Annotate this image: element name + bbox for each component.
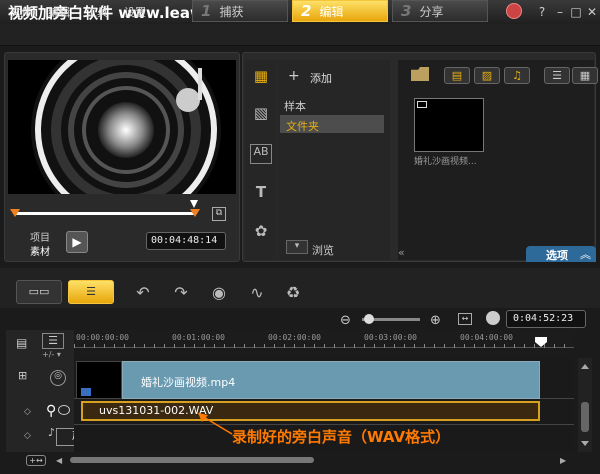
library-folder-list	[278, 60, 390, 260]
tab-capture[interactable]: 1 捕获	[192, 0, 288, 22]
chapter-list-icon[interactable]: ☰	[42, 333, 64, 349]
annotation-text: 录制好的旁白声音（WAV格式）	[232, 428, 451, 446]
clip-audio-badge-icon	[81, 388, 91, 396]
ruler-tick-label: 00:02:00:00	[268, 333, 321, 342]
add-icon[interactable]: +	[288, 68, 300, 84]
thumbnail-view-icon[interactable]: ▦	[572, 67, 598, 84]
folder-item-folder[interactable]: 文件夹	[286, 118, 319, 134]
fit-project-icon[interactable]: ↔	[458, 313, 472, 325]
video-clip[interactable]: 婚礼沙画视频.mp4	[122, 361, 540, 399]
video-badge-icon	[417, 101, 427, 108]
sound-mixer-icon[interactable]: ∿	[246, 283, 268, 303]
menu-bar	[0, 24, 600, 46]
record-capture-icon[interactable]: ◉	[208, 283, 230, 303]
music-track-mute-icon[interactable]: ◇	[24, 431, 31, 441]
list-view-icon[interactable]: ☰	[544, 67, 570, 84]
trim-end-marker[interactable]	[190, 209, 200, 217]
ruler-tick-label: 00:00:00:00	[76, 333, 129, 342]
add-track-icon[interactable]: +/- ▾	[42, 350, 61, 359]
zoom-slider[interactable]	[362, 314, 420, 324]
thumbnail-caption: 婚礼沙画视频...	[414, 157, 477, 167]
scroll-up-icon[interactable]	[581, 364, 589, 369]
music-track-icon: ♪	[48, 426, 56, 439]
minimize-icon[interactable]: –	[552, 4, 568, 20]
browse-icon[interactable]: ▾	[286, 240, 308, 254]
chevron-up-icon: ︽	[580, 248, 591, 261]
project-duration: 0:04:52:23	[506, 310, 586, 328]
close-icon[interactable]: ✕	[584, 4, 600, 20]
browse-button[interactable]: 浏览	[312, 242, 334, 258]
video-clip-thumbnail	[76, 361, 122, 399]
show-video-icon[interactable]: ▤	[444, 67, 470, 84]
media-library-icon[interactable]: ▦	[250, 67, 272, 87]
transition-icon[interactable]: ▧	[250, 104, 272, 124]
add-remove-track-button[interactable]: +↔	[26, 455, 46, 466]
ruler-tick-marks	[74, 344, 574, 348]
menu-edit[interactable]: 编辑	[48, 4, 70, 20]
zoom-out-icon[interactable]: ⊖	[340, 313, 351, 328]
tab-share[interactable]: 3 分享	[392, 0, 488, 22]
menu-tools[interactable]: 工具	[86, 4, 108, 20]
maximize-icon[interactable]: □	[568, 4, 584, 20]
storyboard-view-button[interactable]: ▭▭	[16, 280, 62, 304]
app-logo-icon	[506, 3, 522, 19]
zoom-in-icon[interactable]: ⊕	[430, 313, 441, 328]
microphone-icon[interactable]: ⚲	[46, 403, 56, 419]
project-mode-label[interactable]: 项目	[30, 229, 50, 244]
annotation-arrow	[198, 413, 233, 435]
voice-audio-clip[interactable]: uvs131031-002.WAV	[81, 401, 540, 421]
show-photo-icon[interactable]: ▨	[474, 67, 500, 84]
voice-track-mute-icon[interactable]: ◇	[24, 407, 31, 417]
add-folder-button[interactable]: 添加	[310, 70, 332, 86]
filter-icon[interactable]: ✿	[250, 222, 272, 242]
enlarge-icon[interactable]: ⧉	[212, 207, 226, 221]
scroll-down-icon[interactable]	[581, 441, 589, 446]
title-icon[interactable]: AB	[250, 144, 272, 164]
scroll-right-icon[interactable]: ▶	[560, 456, 566, 465]
library-thumbnail[interactable]	[414, 98, 484, 152]
show-audio-icon[interactable]: ♫	[504, 67, 530, 84]
auto-music-icon[interactable]: ♻	[282, 283, 304, 303]
speaker-preview-image	[31, 35, 221, 225]
clip-mode-label[interactable]: 素材	[30, 243, 50, 258]
redo-icon[interactable]: ↷	[170, 283, 192, 303]
vertical-scrollbar[interactable]	[578, 358, 592, 452]
menu-file[interactable]: 文件	[10, 4, 32, 20]
video-track-icon: ◎	[50, 370, 66, 386]
options-button[interactable]: 选项 ︽	[526, 246, 596, 262]
folder-item-samples[interactable]: 样本	[284, 98, 306, 114]
voice-track-icon	[58, 405, 70, 415]
help-icon[interactable]: ?	[534, 4, 550, 20]
undo-icon[interactable]: ↶	[132, 283, 154, 303]
timecode-display[interactable]: 00:04:48:14	[146, 232, 226, 250]
ruler-tick-label: 00:04:00:00	[460, 333, 513, 342]
video-clip-name: 婚礼沙画视频.mp4	[141, 376, 236, 389]
track-manager-icon[interactable]: ▤	[16, 336, 27, 350]
text-icon[interactable]: T	[250, 183, 272, 203]
zoom-slider-handle[interactable]	[364, 314, 374, 324]
collapse-icon[interactable]: «	[398, 246, 412, 260]
ruler-tick-label: 00:03:00:00	[364, 333, 417, 342]
horizontal-scroll-thumb[interactable]	[70, 457, 314, 463]
vertical-scroll-thumb[interactable]	[581, 402, 589, 432]
trim-start-marker[interactable]	[10, 209, 20, 217]
video-track-lock-icon[interactable]: ⊞	[18, 369, 27, 382]
ruler-tick-label: 00:01:00:00	[172, 333, 225, 342]
scroll-left-icon[interactable]: ◀	[56, 456, 62, 465]
scrub-bar[interactable]	[10, 200, 200, 218]
play-button[interactable]: ▶	[66, 231, 88, 253]
timeline-view-button[interactable]: ☰	[68, 280, 114, 304]
menu-settings[interactable]: 设置	[124, 4, 146, 20]
tab-edit[interactable]: 2 编辑	[292, 0, 388, 22]
duration-clock-icon	[486, 311, 500, 325]
video-preview	[8, 35, 236, 225]
